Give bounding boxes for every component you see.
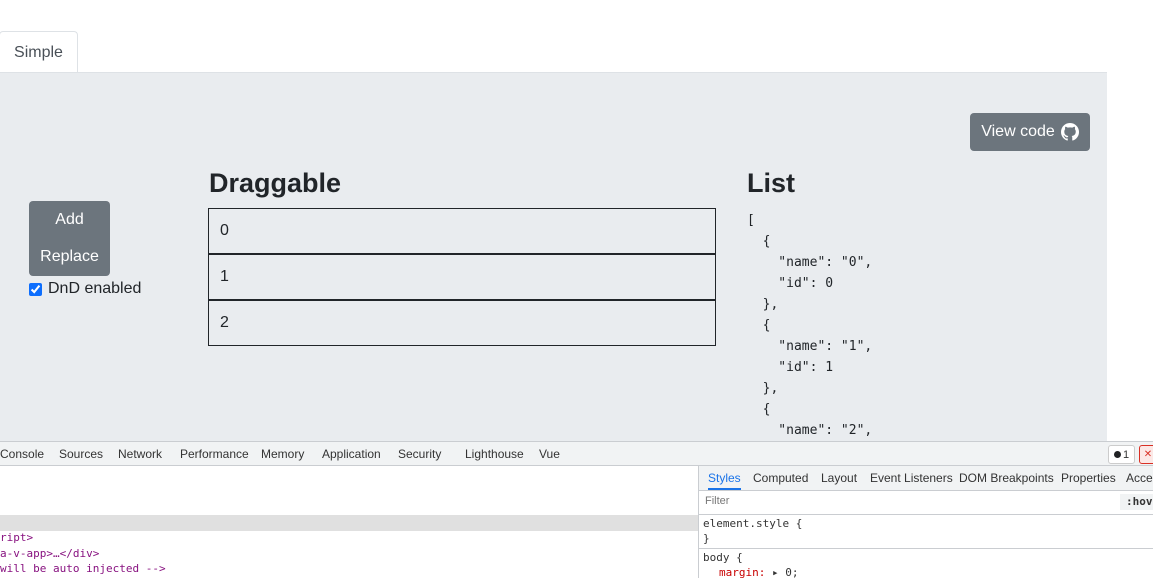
styles-tab-properties[interactable]: Properties: [1061, 471, 1116, 485]
styles-filter-input[interactable]: Filter: [705, 495, 729, 507]
selected-node-row[interactable]: [0, 515, 698, 531]
draggable-item[interactable]: 2: [208, 300, 716, 346]
list-heading: List: [747, 168, 796, 198]
styles-tab-dom-breakpoints[interactable]: DOM Breakpoints: [959, 471, 1054, 485]
devtools-tab-lighthouse[interactable]: Lighthouse: [465, 447, 524, 461]
styles-tab-styles[interactable]: Styles: [708, 471, 741, 490]
devtools-tab-performance[interactable]: Performance: [180, 447, 249, 461]
view-code-button[interactable]: View code: [970, 113, 1090, 151]
styles-tab-accessibility[interactable]: Acces: [1126, 471, 1153, 485]
draggable-heading: Draggable: [209, 168, 342, 198]
github-icon: [1060, 123, 1079, 141]
devtools-tab-application[interactable]: Application: [322, 447, 381, 461]
styles-tab-layout[interactable]: Layout: [821, 471, 857, 485]
element-line[interactable]: a-v-app>…</div>: [0, 547, 99, 560]
styles-pane: Styles Computed Layout Event Listeners D…: [698, 466, 1153, 579]
styles-tab-bar: Styles Computed Layout Event Listeners D…: [699, 466, 1153, 491]
rule-selector: body {: [703, 551, 743, 564]
elements-tree: ript> a-v-app>…</div> will be auto injec…: [0, 466, 698, 578]
draggable-item[interactable]: 0: [208, 208, 716, 254]
rule-selector: element.style {: [703, 517, 803, 530]
devtools-tab-vue[interactable]: Vue: [539, 447, 560, 461]
styles-tab-event-listeners[interactable]: Event Listeners: [870, 471, 953, 485]
devtools-tab-console[interactable]: Console: [0, 447, 44, 461]
devtools-tab-bar: Console Sources Network Performance Memo…: [0, 441, 1153, 466]
add-button[interactable]: Add: [29, 211, 110, 229]
dnd-enabled-toggle[interactable]: DnD enabled: [29, 280, 141, 298]
error-icon[interactable]: ✕: [1139, 445, 1153, 464]
button-group: Add Replace: [29, 201, 110, 276]
rule-value: ▸ 0;: [771, 566, 799, 579]
list-json-output: [ { "name": "0", "id": 0 }, { "name": "1…: [747, 213, 873, 438]
issues-badge[interactable]: 1: [1108, 445, 1135, 464]
dnd-enabled-label: DnD enabled: [48, 280, 142, 297]
view-code-label: View code: [981, 123, 1055, 140]
tab-bar: Simple: [0, 0, 1107, 73]
tab-simple[interactable]: Simple: [0, 31, 78, 73]
rule-property: margin:: [719, 566, 766, 579]
element-line[interactable]: will be auto injected -->: [0, 562, 166, 575]
element-line[interactable]: ript>: [0, 531, 33, 544]
devtools-tab-memory[interactable]: Memory: [261, 447, 304, 461]
dnd-enabled-checkbox[interactable]: [29, 282, 42, 296]
styles-tab-computed[interactable]: Computed: [753, 471, 808, 485]
devtools-tab-sources[interactable]: Sources: [59, 447, 103, 461]
issue-dot-icon: [1113, 451, 1121, 458]
devtools-panel: Console Sources Network Performance Memo…: [0, 441, 1153, 579]
hov-toggle[interactable]: :hov: [1120, 494, 1153, 510]
draggable-item[interactable]: 1: [208, 254, 716, 300]
issue-count: 1: [1122, 448, 1130, 461]
replace-button[interactable]: Replace: [29, 248, 110, 266]
devtools-tab-network[interactable]: Network: [118, 447, 162, 461]
devtools-tab-security[interactable]: Security: [398, 447, 441, 461]
rule-close: }: [703, 532, 710, 545]
styles-filter-bar: Filter :hov: [699, 490, 1153, 515]
rule-divider: [699, 548, 1153, 549]
rule-declaration[interactable]: margin: ▸ 0;: [719, 566, 798, 579]
